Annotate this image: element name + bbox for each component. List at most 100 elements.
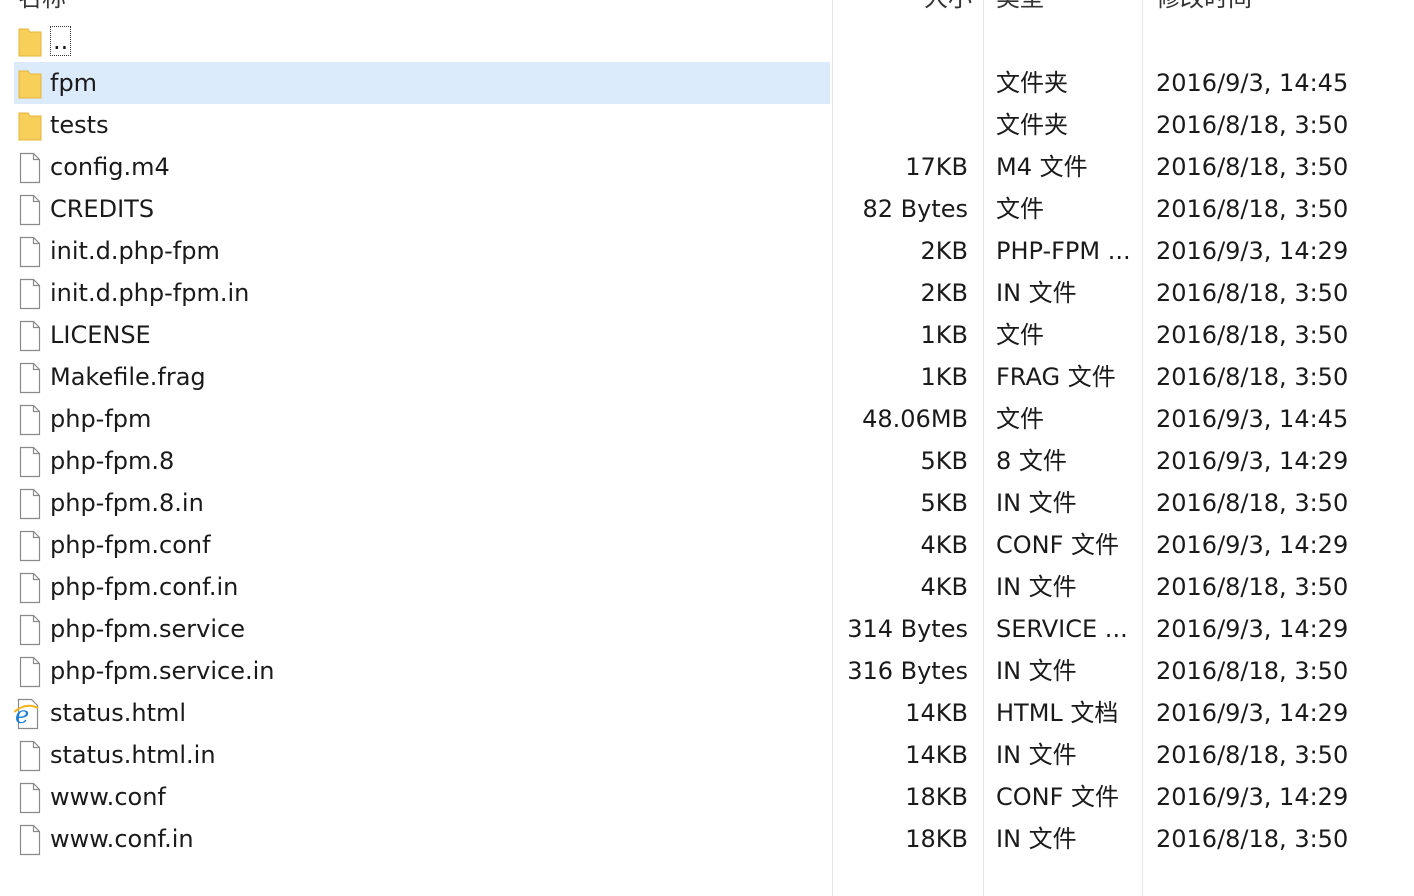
file-type: IN 文件 [996, 573, 1077, 601]
file-modified-date: 2016/9/3, 14:29 [1156, 783, 1349, 811]
file-size: 316 Bytes [847, 657, 968, 685]
file-row[interactable]: php-fpm.service.in 316 Bytes IN 文件 2016/8/1… [14, 650, 1414, 692]
folder-icon [18, 26, 42, 58]
column-header: 名称 大小 类型 修改时间 [0, 0, 1414, 12]
file-row[interactable]: init.d.php-fpm 2KB PHP-FPM ... 2016/9/3, 14… [14, 230, 1414, 272]
column-header-modified[interactable]: 修改时间 [1156, 0, 1252, 13]
file-size: 48.06MB [862, 405, 968, 433]
folder-icon [18, 68, 42, 100]
file-modified-date: 2016/8/18, 3:50 [1156, 489, 1349, 517]
file-modified-date: 2016/8/18, 3:50 [1156, 111, 1349, 139]
file-name[interactable]: Makefile.frag [50, 356, 820, 398]
file-name[interactable]: fpm [50, 62, 820, 104]
file-row[interactable]: CREDITS 82 Bytes 文件 2016/8/18, 3:50 [14, 188, 1414, 230]
file-modified-date: 2016/9/3, 14:29 [1156, 237, 1349, 265]
file-type: SERVICE ... [996, 615, 1128, 643]
file-row[interactable]: config.m4 17KB M4 文件 2016/8/18, 3:50 [14, 146, 1414, 188]
file-type: IN 文件 [996, 657, 1077, 685]
file-name[interactable]: www.conf.in [50, 818, 820, 860]
file-size: 1KB [920, 363, 968, 391]
file-modified-date: 2016/8/18, 3:50 [1156, 741, 1349, 769]
file-name[interactable]: php-fpm.service [50, 608, 820, 650]
file-name[interactable]: config.m4 [50, 146, 820, 188]
file-name[interactable]: status.html.in [50, 734, 820, 776]
file-type: 文件夹 [996, 111, 1068, 139]
file-row[interactable]: www.conf.in 18KB IN 文件 2016/8/18, 3:50 [14, 818, 1414, 860]
file-row[interactable]: e status.html 14KB HTML 文档 2016/9/3, 14:29 [13, 692, 1414, 734]
file-modified-date: 2016/8/18, 3:50 [1156, 657, 1349, 685]
file-name[interactable]: status.html [50, 692, 820, 734]
file-size: 4KB [920, 573, 968, 601]
file-row[interactable]: php-fpm.8.in 5KB IN 文件 2016/8/18, 3:50 [14, 482, 1414, 524]
file-icon [18, 320, 42, 352]
file-icon [18, 530, 42, 562]
column-header-size[interactable]: 大小 [924, 0, 972, 13]
file-modified-date: 2016/8/18, 3:50 [1156, 321, 1349, 349]
file-row[interactable]: php-fpm.conf 4KB CONF 文件 2016/9/3, 14:29 [14, 524, 1414, 566]
ie-html-icon: e [13, 698, 40, 730]
parent-folder-row[interactable]: .. [14, 20, 1414, 62]
file-name[interactable]: www.conf [50, 776, 820, 818]
folder-icon [18, 110, 42, 142]
file-modified-date: 2016/8/18, 3:50 [1156, 573, 1349, 601]
file-type: M4 文件 [996, 153, 1088, 181]
file-icon [18, 656, 42, 688]
file-modified-date: 2016/9/3, 14:45 [1156, 405, 1349, 433]
file-type: IN 文件 [996, 741, 1077, 769]
file-name[interactable]: init.d.php-fpm.in [50, 272, 820, 314]
file-name[interactable]: tests [50, 104, 820, 146]
file-size [834, 104, 968, 146]
file-name[interactable]: php-fpm.conf.in [50, 566, 820, 608]
file-icon [18, 824, 42, 856]
file-modified-date: 2016/8/18, 3:50 [1156, 195, 1349, 223]
file-name[interactable]: php-fpm [50, 398, 820, 440]
file-size: 14KB [905, 741, 968, 769]
file-type: 8 文件 [996, 447, 1067, 475]
file-icon [18, 446, 42, 478]
column-header-name[interactable]: 名称 [18, 0, 66, 13]
column-header-type[interactable]: 类型 [996, 0, 1044, 13]
file-type: IN 文件 [996, 825, 1077, 853]
file-name[interactable]: LICENSE [50, 314, 820, 356]
file-row[interactable]: php-fpm.8 5KB 8 文件 2016/9/3, 14:29 [14, 440, 1414, 482]
file-modified-date: 2016/9/3, 14:29 [1156, 531, 1349, 559]
file-name[interactable]: php-fpm.8 [50, 440, 820, 482]
file-icon [18, 614, 42, 646]
file-modified-date: 2016/8/18, 3:50 [1156, 279, 1349, 307]
file-icon [18, 278, 42, 310]
file-size: 82 Bytes [862, 195, 968, 223]
file-modified-date: 2016/8/18, 3:50 [1156, 825, 1349, 853]
file-row[interactable]: www.conf 18KB CONF 文件 2016/9/3, 14:29 [14, 776, 1414, 818]
file-row[interactable]: LICENSE 1KB 文件 2016/8/18, 3:50 [14, 314, 1414, 356]
file-name[interactable]: CREDITS [50, 188, 820, 230]
parent-folder-label[interactable]: .. [50, 26, 72, 56]
file-icon [18, 404, 42, 436]
file-row[interactable]: php-fpm.service 314 Bytes SERVICE ... 2016/… [14, 608, 1414, 650]
file-size: 314 Bytes [847, 615, 968, 643]
file-size: 2KB [920, 237, 968, 265]
file-name[interactable]: .. [50, 20, 820, 62]
file-row[interactable]: php-fpm 48.06MB 文件 2016/9/3, 14:45 [14, 398, 1414, 440]
file-size: 2KB [920, 279, 968, 307]
file-row[interactable]: Makefile.frag 1KB FRAG 文件 2016/8/18, 3:50 [14, 356, 1414, 398]
file-size: 14KB [905, 699, 968, 727]
file-size: 17KB [905, 153, 968, 181]
file-name[interactable]: init.d.php-fpm [50, 230, 820, 272]
file-type: 文件 [996, 195, 1044, 223]
file-row[interactable]: php-fpm.conf.in 4KB IN 文件 2016/8/18, 3:50 [14, 566, 1414, 608]
file-icon [18, 362, 42, 394]
file-type: CONF 文件 [996, 783, 1120, 811]
file-row[interactable]: fpm 文件夹 2016/9/3, 14:45 [14, 62, 1414, 104]
file-row[interactable]: status.html.in 14KB IN 文件 2016/8/18, 3:50 [14, 734, 1414, 776]
file-modified-date: 2016/9/3, 14:29 [1156, 699, 1349, 727]
file-type: IN 文件 [996, 489, 1077, 517]
file-name[interactable]: php-fpm.8.in [50, 482, 820, 524]
file-size: 5KB [920, 489, 968, 517]
file-list-view[interactable]: 名称 大小 类型 修改时间 .. fpm 文件夹 2016/9/3, 14:45 tes… [0, 0, 1414, 896]
file-type: PHP-FPM ... [996, 237, 1131, 265]
file-row[interactable]: tests 文件夹 2016/8/18, 3:50 [14, 104, 1414, 146]
file-name[interactable]: php-fpm.service.in [50, 650, 820, 692]
file-row[interactable]: init.d.php-fpm.in 2KB IN 文件 2016/8/18, 3:50 [14, 272, 1414, 314]
file-icon [18, 194, 42, 226]
file-name[interactable]: php-fpm.conf [50, 524, 820, 566]
